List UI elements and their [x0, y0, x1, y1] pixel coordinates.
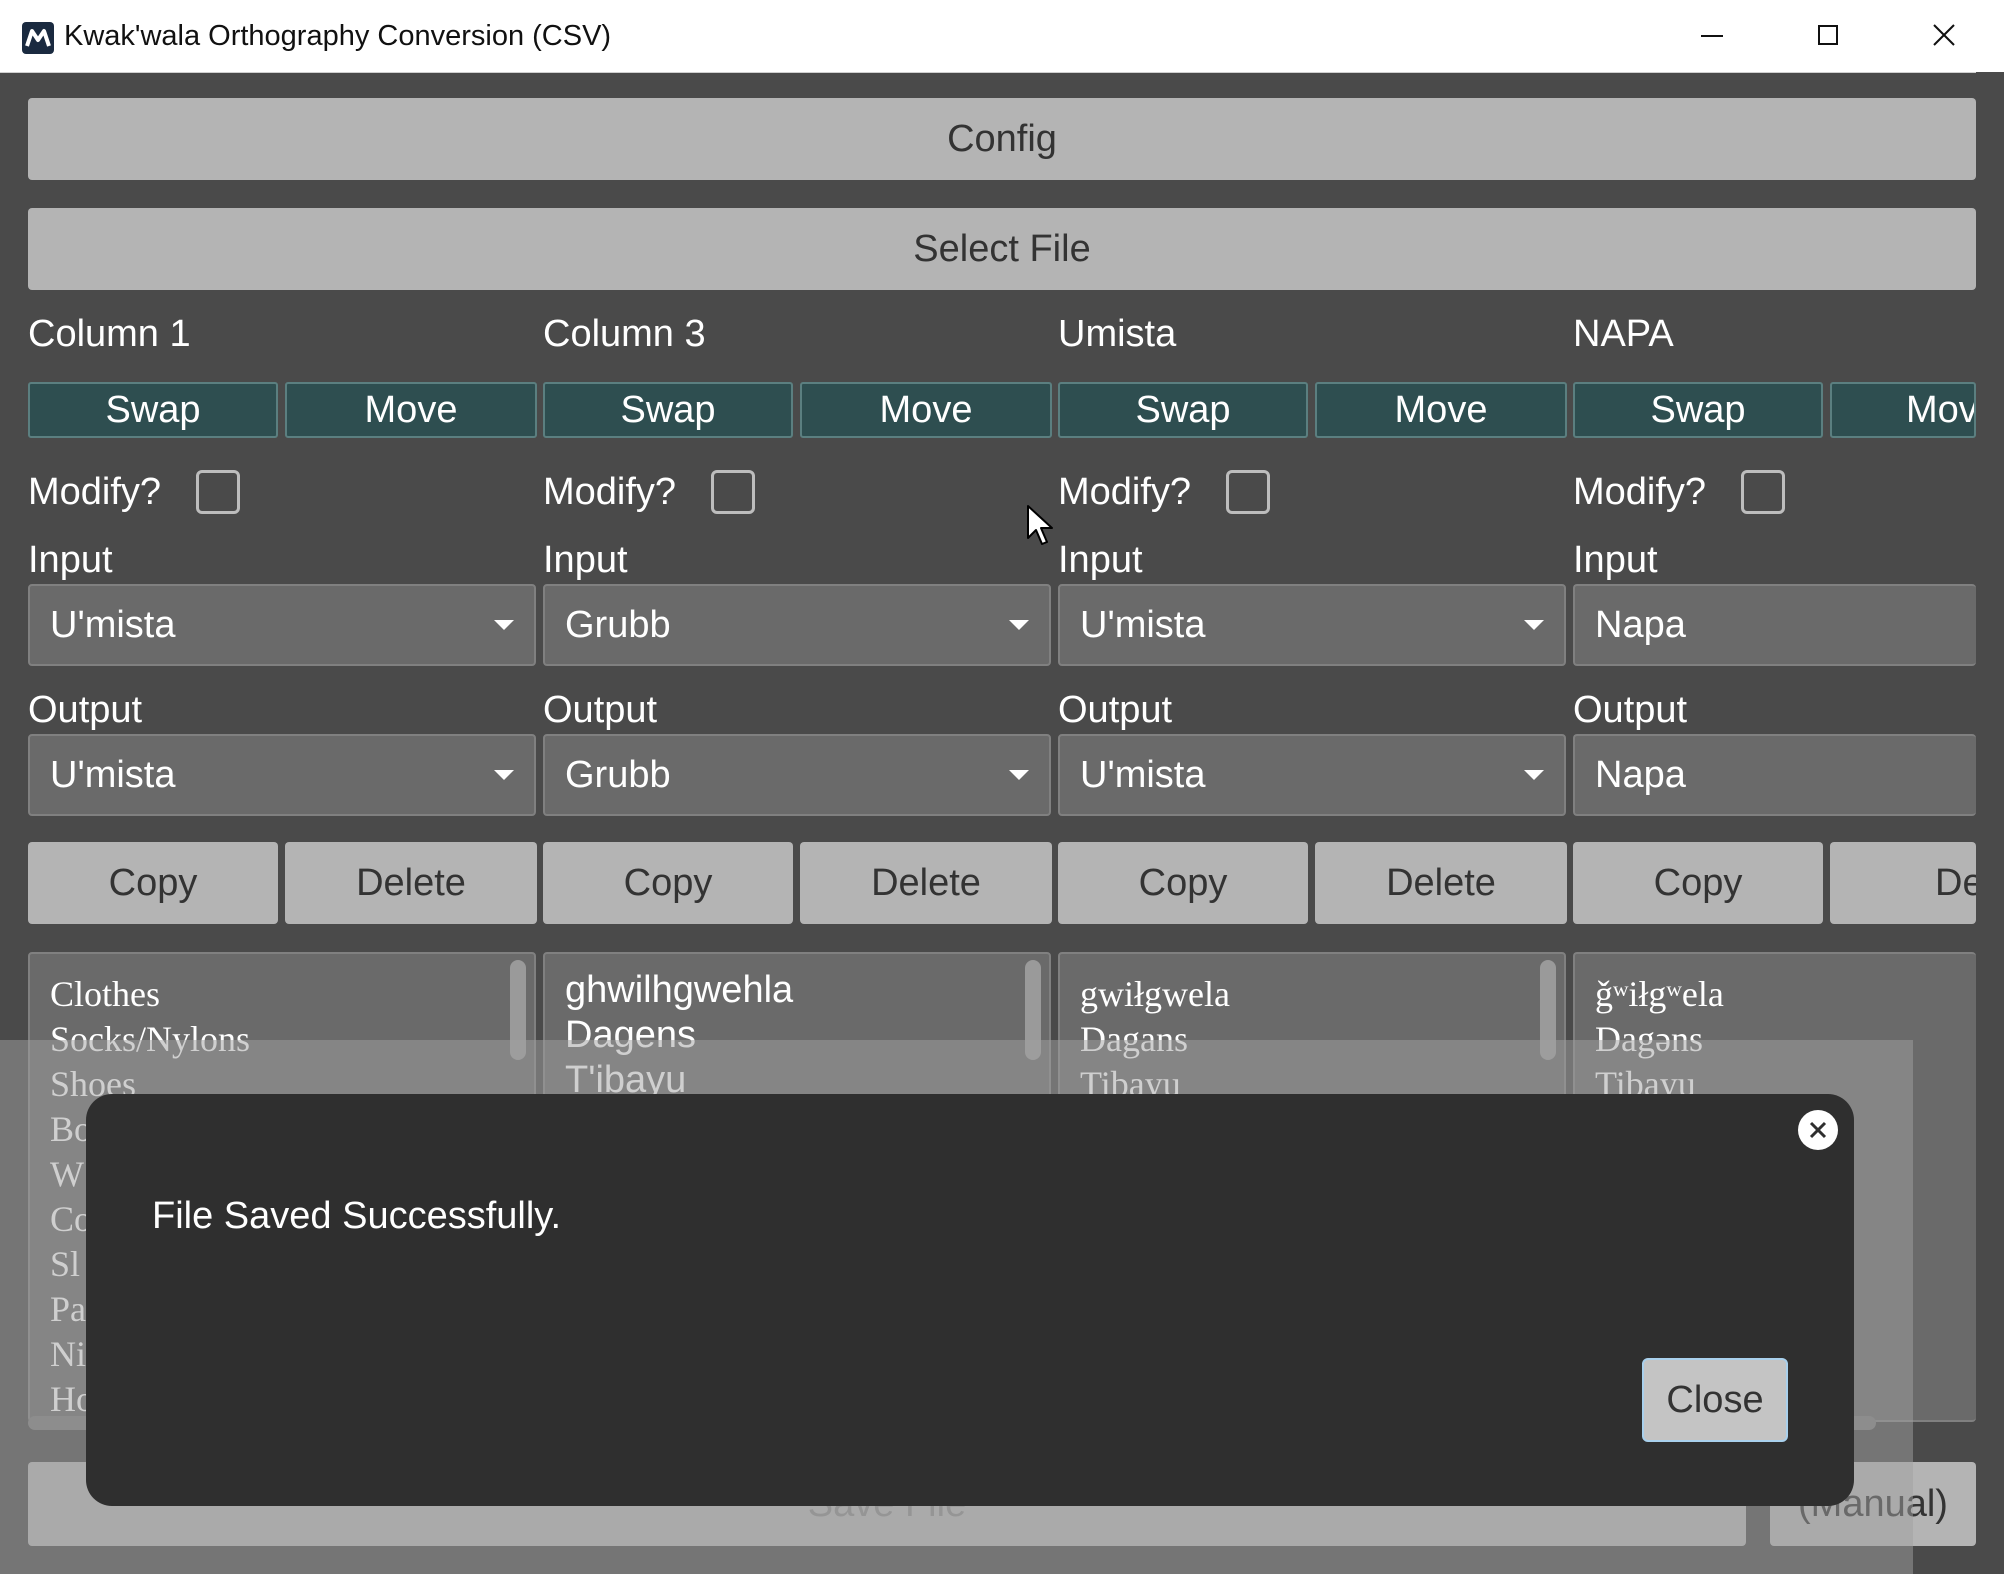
modify-checkbox[interactable] — [711, 470, 755, 514]
dialog-message: File Saved Successfully. — [152, 1195, 562, 1237]
modify-label: Modify? — [1058, 471, 1192, 513]
swap-button[interactable]: Swap — [1573, 382, 1823, 438]
swap-button[interactable]: Swap — [543, 382, 793, 438]
modify-label: Modify? — [543, 471, 677, 513]
swap-button[interactable]: Swap — [28, 382, 278, 438]
output-label: Output — [1573, 689, 1688, 731]
delete-button[interactable]: Dele — [1830, 842, 1976, 924]
maximize-icon — [1818, 25, 1838, 45]
dropdown-caret-icon — [494, 620, 514, 630]
column-header: Column 1 — [28, 313, 191, 355]
copy-button[interactable]: Copy — [1058, 842, 1308, 924]
delete-button[interactable]: Delete — [1315, 842, 1567, 924]
copy-button[interactable]: Copy — [1573, 842, 1823, 924]
input-select[interactable]: U'mista — [1058, 584, 1566, 666]
select-value: Grubb — [565, 754, 671, 796]
input-select[interactable]: Grubb — [543, 584, 1051, 666]
delete-button[interactable]: Delete — [800, 842, 1052, 924]
output-label: Output — [1058, 689, 1173, 731]
title-bar: Kwak'wala Orthography Conversion (CSV) — [0, 0, 2004, 73]
modify-label: Modify? — [28, 471, 162, 513]
select-value: U'mista — [50, 754, 176, 796]
select-value: Grubb — [565, 604, 671, 646]
window-title: Kwak'wala Orthography Conversion (CSV) — [64, 20, 612, 52]
list-item: Clothes — [50, 974, 161, 1014]
move-button[interactable]: Mov — [1830, 382, 1976, 438]
dropdown-caret-icon — [1009, 620, 1029, 630]
dropdown-caret-icon — [1009, 770, 1029, 780]
mouse-cursor-icon — [1026, 504, 1054, 551]
select-value: Napa — [1595, 604, 1686, 646]
modify-checkbox[interactable] — [196, 470, 240, 514]
swap-button[interactable]: Swap — [1058, 382, 1308, 438]
list-item: ǧʷiłgʷela — [1595, 974, 1724, 1014]
dialog-close-button[interactable]: Close — [1642, 1358, 1788, 1442]
modify-checkbox[interactable] — [1741, 470, 1785, 514]
close-icon — [1933, 24, 1955, 46]
select-value: U'mista — [50, 604, 176, 646]
list-item: gwiłgwela — [1080, 974, 1230, 1014]
close-icon — [1809, 1121, 1827, 1139]
minimize-icon — [1701, 35, 1723, 37]
input-select[interactable]: Napa — [1573, 584, 1976, 666]
output-label: Output — [543, 689, 658, 731]
move-button[interactable]: Move — [1315, 382, 1567, 438]
dropdown-caret-icon — [1524, 770, 1544, 780]
select-value: U'mista — [1080, 604, 1206, 646]
select-value: U'mista — [1080, 754, 1206, 796]
column-header: Column 3 — [543, 313, 706, 355]
dropdown-caret-icon — [494, 770, 514, 780]
maximize-button[interactable] — [1770, 0, 1886, 72]
select-value: Napa — [1595, 754, 1686, 796]
output-select[interactable]: U'mista — [28, 734, 536, 816]
output-select[interactable]: Grubb — [543, 734, 1051, 816]
input-label: Input — [1573, 539, 1658, 581]
input-label: Input — [1058, 539, 1143, 581]
window-edge — [1976, 72, 2004, 1574]
move-button[interactable]: Move — [800, 382, 1052, 438]
input-label: Input — [28, 539, 113, 581]
list-item: ghwilhgwehla — [565, 969, 794, 1011]
config-button[interactable]: Config — [28, 98, 1976, 180]
output-select[interactable]: Napa — [1573, 734, 1976, 816]
modify-checkbox[interactable] — [1226, 470, 1270, 514]
app-logo-icon — [22, 22, 54, 54]
dropdown-caret-icon — [1524, 620, 1544, 630]
modify-label: Modify? — [1573, 471, 1707, 513]
close-window-button[interactable] — [1886, 0, 2002, 72]
input-select[interactable]: U'mista — [28, 584, 536, 666]
input-label: Input — [543, 539, 628, 581]
move-button[interactable]: Move — [285, 382, 537, 438]
copy-button[interactable]: Copy — [28, 842, 278, 924]
save-success-dialog — [86, 1094, 1854, 1506]
delete-button[interactable]: Delete — [285, 842, 537, 924]
output-label: Output — [28, 689, 143, 731]
copy-button[interactable]: Copy — [543, 842, 793, 924]
minimize-button[interactable] — [1654, 0, 1770, 72]
select-file-button[interactable]: Select File — [28, 208, 1976, 290]
dialog-close-x-button[interactable] — [1798, 1110, 1838, 1150]
column-header: NAPA — [1573, 313, 1674, 355]
output-select[interactable]: U'mista — [1058, 734, 1566, 816]
column-header: Umista — [1058, 313, 1177, 355]
